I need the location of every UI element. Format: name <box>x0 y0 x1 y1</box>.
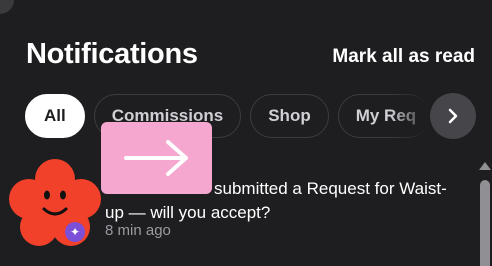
filter-tabs: All Commissions Shop My Req <box>25 94 430 138</box>
notification-message-line1: submitted a Request for Waist- <box>214 179 447 198</box>
page-title: Notifications <box>26 38 198 70</box>
window-corner <box>0 0 14 14</box>
scrollbar-thumb[interactable] <box>480 180 490 266</box>
sparkle-badge-icon: ✦ <box>65 222 85 242</box>
tabs-next-button[interactable] <box>430 93 476 139</box>
arrow-right-icon <box>123 140 188 176</box>
tab-all[interactable]: All <box>25 94 85 138</box>
tabs-fade <box>390 94 430 138</box>
mark-all-read-button[interactable]: Mark all as read <box>332 46 475 68</box>
notification-time: 8 min ago <box>105 222 171 239</box>
chevron-right-icon <box>448 108 458 124</box>
scroll-up-arrow-icon[interactable] <box>479 162 491 170</box>
smiling-flower-avatar-icon[interactable] <box>6 157 104 247</box>
requester-avatar[interactable] <box>101 122 212 194</box>
tab-shop[interactable]: Shop <box>250 94 329 138</box>
notifications-panel: Notifications Mark all as read All Commi… <box>0 0 492 266</box>
